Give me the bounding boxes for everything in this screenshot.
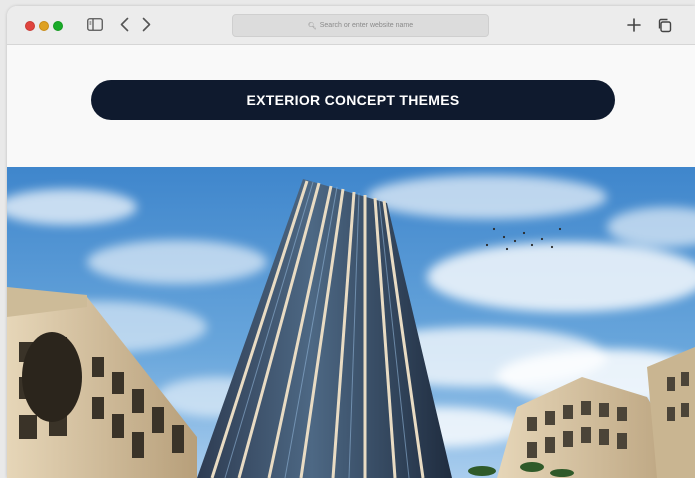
search-icon: 🔍︎: [307, 22, 317, 30]
tabs-overview-icon[interactable]: [657, 18, 672, 33]
forward-chevron-icon[interactable]: [142, 17, 151, 32]
close-window-button[interactable]: [25, 21, 35, 31]
address-placeholder: Search or enter website name: [319, 22, 414, 29]
building-photo: [7, 167, 695, 478]
minimize-window-button[interactable]: [39, 21, 49, 31]
address-bar[interactable]: 🔍︎ Search or enter website name: [232, 14, 489, 37]
browser-window: 🔍︎ Search or enter website name EXTERIOR…: [7, 6, 695, 478]
zoom-window-button[interactable]: [53, 21, 63, 31]
back-chevron-icon[interactable]: [120, 17, 129, 32]
page-content: EXTERIOR CONCEPT THEMES: [7, 45, 695, 478]
page-title: EXTERIOR CONCEPT THEMES: [246, 92, 460, 108]
sidebar-icon[interactable]: [87, 18, 103, 31]
new-tab-plus-icon[interactable]: [627, 18, 641, 32]
page-title-banner: EXTERIOR CONCEPT THEMES: [91, 80, 615, 120]
browser-toolbar: 🔍︎ Search or enter website name: [7, 6, 695, 45]
